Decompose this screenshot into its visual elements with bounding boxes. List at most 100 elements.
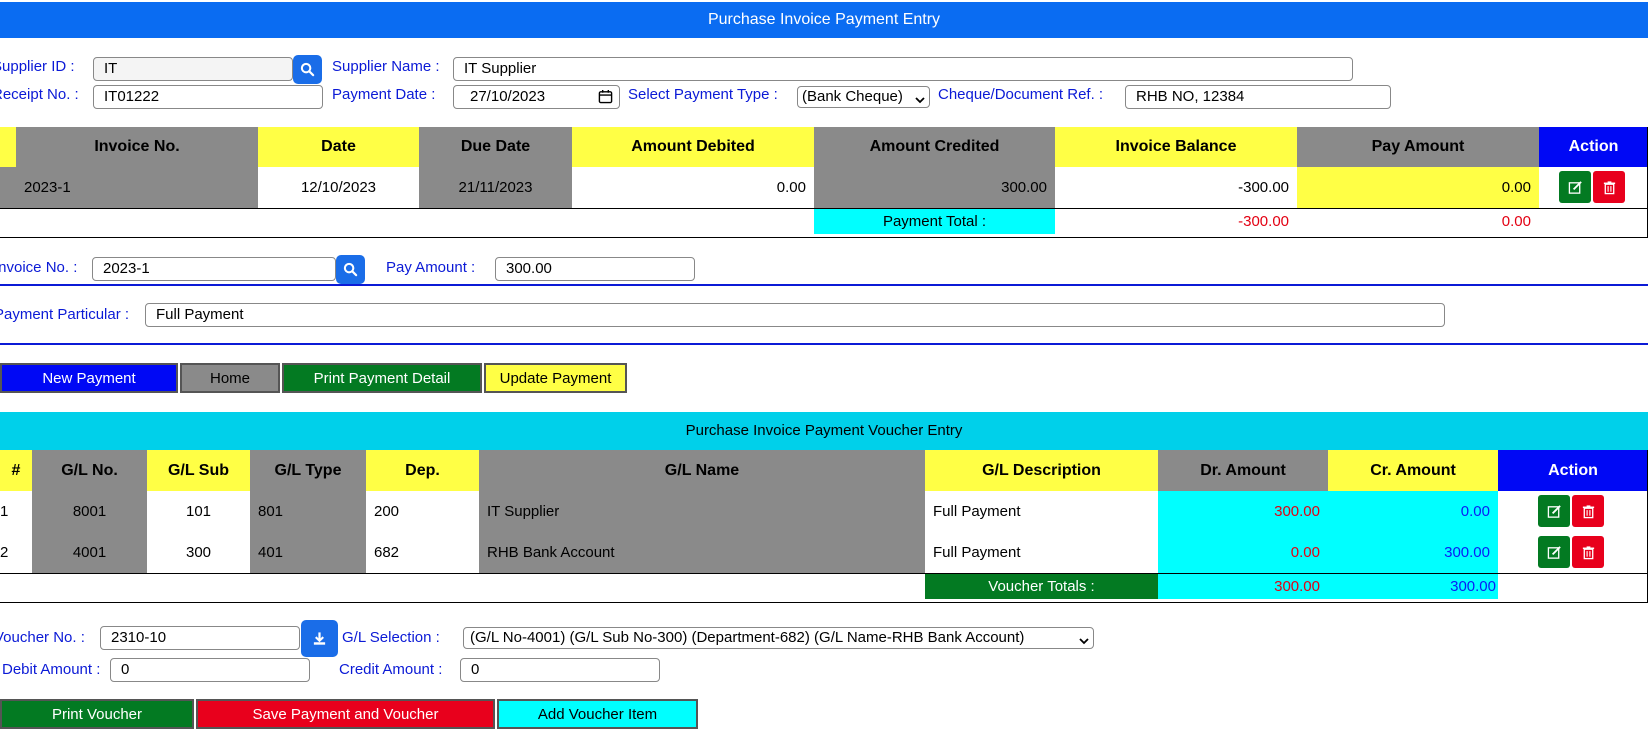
edit-icon	[1547, 504, 1561, 518]
receipt-no-label: Receipt No. :	[0, 86, 79, 103]
delete-voucher-item-button[interactable]	[1572, 495, 1604, 527]
supplier-name-label: Supplier Name :	[332, 58, 440, 75]
header-voucher-action: Action	[1498, 450, 1648, 491]
trash-icon	[1582, 545, 1594, 559]
cell-dr-amount: 0.00	[1158, 532, 1328, 573]
invoice-no-field[interactable]: 2023-1	[92, 257, 336, 281]
print-payment-detail-button[interactable]: Print Payment Detail	[282, 363, 482, 393]
voucher-table-header: # G/L No. G/L Sub G/L Type Dep. G/L Name…	[0, 450, 1648, 491]
cell-invoice-no: 2023-1	[16, 167, 258, 208]
print-voucher-button[interactable]: Print Voucher	[0, 699, 194, 729]
cell-pay-amount[interactable]: 0.00	[1297, 167, 1539, 208]
cell-gl-type: 401	[250, 532, 366, 573]
cell-date: 12/10/2023	[258, 167, 419, 208]
payment-type-select[interactable]: (Bank Cheque)	[797, 86, 930, 108]
header-gl-name: G/L Name	[479, 450, 925, 491]
divider	[0, 284, 1648, 286]
header-gl-no: G/L No.	[32, 450, 147, 491]
save-payment-voucher-button[interactable]: Save Payment and Voucher	[196, 699, 495, 729]
debit-amount-field[interactable]: 0	[110, 658, 310, 682]
payment-date-field[interactable]: 27/10/2023	[453, 85, 620, 109]
cell-dr-amount: 300.00	[1158, 491, 1328, 532]
payment-date-label: Payment Date :	[332, 86, 436, 103]
debit-amount-label: Debit Amount :	[2, 661, 101, 678]
download-icon	[313, 632, 326, 645]
receipt-no-field[interactable]: IT01222	[93, 85, 323, 109]
supplier-id-label: Supplier ID :	[0, 58, 75, 75]
header-pay-amount: Pay Amount	[1297, 127, 1539, 167]
voucher-totals-row: Voucher Totals : 300.00 300.00	[0, 574, 1648, 599]
payment-total-label: Payment Total :	[814, 209, 1055, 234]
supplier-id-field[interactable]: IT	[93, 57, 293, 81]
voucher-download-button[interactable]	[301, 620, 338, 657]
gl-selection-label: G/L Selection :	[342, 629, 440, 646]
gl-selection-value: (G/L No-4001) (G/L Sub No-300) (Departme…	[470, 629, 1025, 646]
home-button[interactable]: Home	[180, 363, 280, 393]
cell-num: 2	[0, 532, 32, 573]
edit-icon	[1547, 545, 1561, 559]
calendar-icon[interactable]	[598, 89, 613, 108]
header-invoice-balance: Invoice Balance	[1055, 127, 1297, 167]
new-payment-button[interactable]: New Payment	[0, 363, 178, 393]
cell-cr-amount: 0.00	[1328, 491, 1498, 532]
voucher-total-dr: 300.00	[1158, 574, 1328, 599]
header-num: #	[0, 450, 32, 491]
cheque-ref-field[interactable]: RHB NO, 12384	[1125, 85, 1391, 109]
header-invoice-no: Invoice No.	[16, 127, 258, 167]
header-date: Date	[258, 127, 419, 167]
cell-gl-sub: 101	[147, 491, 250, 532]
header-gl-type: G/L Type	[250, 450, 366, 491]
voucher-no-field[interactable]: 2310-10	[100, 626, 300, 650]
payment-type-value: (Bank Cheque)	[802, 88, 903, 105]
edit-invoice-button[interactable]	[1559, 171, 1591, 203]
cell-gl-sub: 300	[147, 532, 250, 573]
voucher-total-cr: 300.00	[1328, 574, 1498, 599]
cell-gl-description: Full Payment	[925, 532, 1158, 573]
supplier-search-button[interactable]	[293, 55, 322, 84]
voucher-section-title: Purchase Invoice Payment Voucher Entry	[0, 412, 1648, 450]
cell-cr-amount: 300.00	[1328, 532, 1498, 573]
delete-voucher-item-button[interactable]	[1572, 536, 1604, 568]
payment-date-value: 27/10/2023	[470, 88, 546, 105]
update-payment-button[interactable]: Update Payment	[484, 363, 627, 393]
voucher-no-label: Voucher No. :	[0, 629, 85, 646]
header-dep: Dep.	[366, 450, 479, 491]
credit-amount-field[interactable]: 0	[460, 658, 660, 682]
payment-total-row: Payment Total : -300.00 0.00	[0, 209, 1648, 234]
pay-amount-field[interactable]: 300.00	[495, 257, 695, 281]
trash-icon	[1582, 504, 1594, 518]
gl-selection-select[interactable]: (G/L No-4001) (G/L Sub No-300) (Departme…	[463, 627, 1094, 649]
payment-type-label: Select Payment Type :	[628, 86, 778, 103]
trash-icon	[1603, 180, 1615, 194]
header-amount-credited: Amount Credited	[814, 127, 1055, 167]
payment-particular-field[interactable]: Full Payment	[145, 303, 1445, 327]
cell-due-date: 21/11/2023	[419, 167, 572, 208]
header-cr-amount: Cr. Amount	[1328, 450, 1498, 491]
add-voucher-item-button[interactable]: Add Voucher Item	[497, 699, 698, 729]
edit-voucher-item-button[interactable]	[1538, 536, 1570, 568]
cell-amount-credited: 300.00	[814, 167, 1055, 208]
invoice-table-header: Invoice No. Date Due Date Amount Debited…	[0, 127, 1648, 167]
cell-gl-description: Full Payment	[925, 491, 1158, 532]
cell-gl-no: 4001	[32, 532, 147, 573]
cheque-ref-label: Cheque/Document Ref. :	[938, 86, 1104, 103]
pay-amount-label: Pay Amount :	[386, 259, 476, 276]
supplier-name-field[interactable]: IT Supplier	[453, 57, 1353, 81]
invoice-no-label: Invoice No. :	[0, 259, 78, 276]
search-icon	[343, 262, 358, 277]
credit-amount-label: Credit Amount :	[339, 661, 443, 678]
cell-dep: 200	[366, 491, 479, 532]
cell-amount-debited: 0.00	[572, 167, 814, 208]
cell-gl-no: 8001	[32, 491, 147, 532]
edit-voucher-item-button[interactable]	[1538, 495, 1570, 527]
header-due-date: Due Date	[419, 127, 572, 167]
invoice-search-button[interactable]	[336, 255, 365, 284]
edit-icon	[1568, 180, 1582, 194]
divider	[0, 343, 1648, 345]
delete-invoice-button[interactable]	[1593, 171, 1625, 203]
table-row: 2 4001 300 401 682 RHB Bank Account Full…	[0, 532, 1648, 573]
table-row: 1 8001 101 801 200 IT Supplier Full Paym…	[0, 491, 1648, 532]
header-action: Action	[1539, 127, 1648, 167]
chevron-down-icon	[915, 92, 925, 107]
cell-gl-type: 801	[250, 491, 366, 532]
